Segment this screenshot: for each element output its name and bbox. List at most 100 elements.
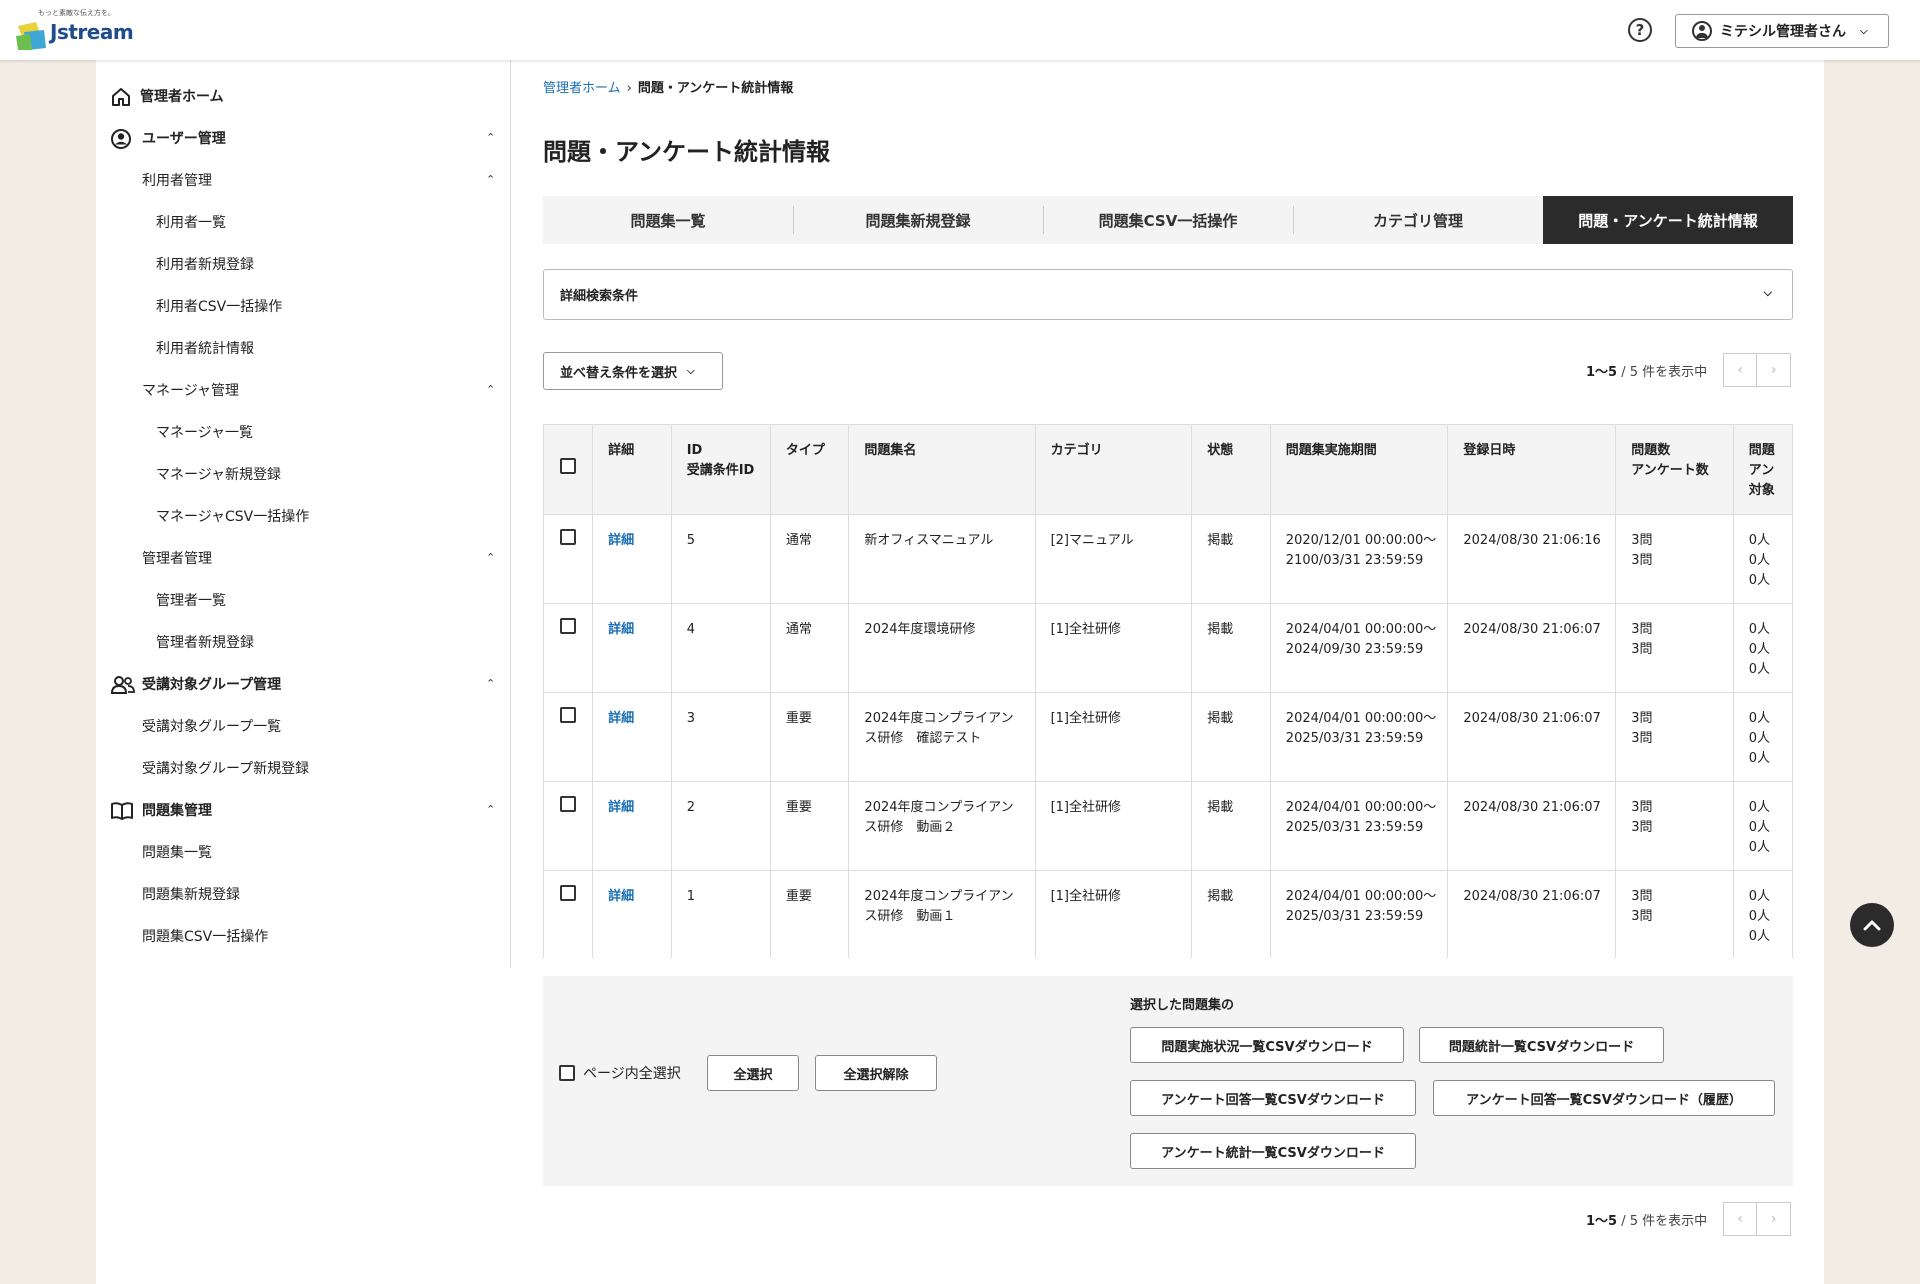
select-all-checkbox[interactable]	[560, 458, 577, 474]
next-page-button[interactable]: ›	[1757, 353, 1792, 387]
page-select-all-label: ページ内全選択	[583, 1066, 681, 1082]
user-circle-icon	[111, 129, 131, 149]
tab-statistics[interactable]: 問題・アンケート統計情報	[1543, 196, 1793, 244]
result-count: 1〜5 / 5 件を表示中	[1586, 361, 1707, 380]
tab-quiz-new[interactable]: 問題集新規登録	[793, 196, 1043, 244]
quiz-table-scroll[interactable]: 詳細 ID 受講条件ID タイプ 問題集名 カテゴリ 状態 問題集実施期間 登録…	[543, 424, 1793, 958]
result-range: 1〜5	[1586, 1213, 1618, 1229]
row-registered: 2024/08/30 21:06:07	[1447, 692, 1617, 782]
header-period: 問題集実施期間	[1269, 424, 1449, 515]
row-period: 2024/04/01 00:00:00〜 2025/03/31 23:59:59	[1269, 692, 1449, 782]
row-checkbox[interactable]	[560, 707, 577, 723]
chevron-up-icon[interactable]: ⌃	[486, 803, 495, 816]
breadcrumb-home-link[interactable]: 管理者ホーム	[543, 81, 621, 96]
row-checkbox[interactable]	[560, 796, 577, 812]
sidebar-item-manager-new[interactable]: マネージャ新規登録	[156, 465, 281, 485]
tab-quiz-list[interactable]: 問題集一覧	[543, 196, 793, 244]
sidebar-item-user-mgmt[interactable]: ユーザー管理	[142, 129, 226, 149]
tab-bar: 問題集一覧 問題集新規登録 問題集CSV一括操作 カテゴリ管理 問題・アンケート…	[543, 196, 1793, 244]
sidebar-item-user-csv[interactable]: 利用者CSV一括操作	[156, 297, 282, 317]
prev-page-button[interactable]: ‹	[1723, 1202, 1758, 1236]
page-select-all[interactable]: ページ内全選択	[559, 1063, 681, 1083]
logo-wordmark: Jstream	[50, 20, 134, 44]
header-detail: 詳細	[592, 424, 672, 515]
row-counts: 3問 3問	[1615, 781, 1734, 871]
sidebar-item-quiz-mgmt[interactable]: 問題集管理	[142, 801, 212, 821]
breadcrumb: 管理者ホーム › 問題・アンケート統計情報	[543, 77, 793, 96]
row-detail-link[interactable]: 詳細	[608, 622, 634, 637]
row-checkbox[interactable]	[560, 885, 577, 901]
sidebar-item-manager-csv[interactable]: マネージャCSV一括操作	[156, 507, 309, 527]
sidebar-item-quiz-list[interactable]: 問題集一覧	[142, 843, 212, 863]
sort-select-button[interactable]: 並べ替え条件を選択 ⌵	[543, 352, 723, 390]
row-detail-link[interactable]: 詳細	[608, 889, 634, 904]
row-status: 掲載	[1191, 692, 1271, 782]
csv-progress-download-button[interactable]: 問題実施状況一覧CSVダウンロード	[1130, 1027, 1404, 1063]
select-all-button[interactable]: 全選択	[707, 1055, 799, 1091]
user-name: ミテシル管理者さん	[1720, 24, 1846, 40]
row-detail-link[interactable]: 詳細	[608, 533, 634, 548]
sidebar-item-manager-list[interactable]: マネージャ一覧	[156, 423, 253, 443]
row-counts: 3問 3問	[1615, 514, 1734, 604]
sidebar-item-quiz-csv[interactable]: 問題集CSV一括操作	[142, 927, 268, 947]
sidebar-item-admin-list[interactable]: 管理者一覧	[156, 591, 226, 611]
sidebar-item-quiz-new[interactable]: 問題集新規登録	[142, 885, 240, 905]
csv-survey-stats-download-button[interactable]: アンケート統計一覧CSVダウンロード	[1130, 1133, 1416, 1169]
sidebar-item-user-admin[interactable]: 利用者管理	[142, 171, 212, 191]
row-name: 2024年度コンプライアン ス研修 動画２	[848, 781, 1036, 871]
row-detail-link[interactable]: 詳細	[608, 711, 634, 726]
table-row: 詳細 2 重要 2024年度コンプライアン ス研修 動画２ [1]全社研修 掲載…	[543, 781, 1793, 871]
row-checkbox-cell	[543, 603, 594, 693]
prev-page-button[interactable]: ‹	[1723, 353, 1758, 387]
breadcrumb-current: 問題・アンケート統計情報	[637, 81, 794, 96]
jstream-logo[interactable]: もっと素敵な伝え方を。 Jstream	[14, 6, 134, 52]
header-name[interactable]: 問題集名	[848, 424, 1036, 515]
header-id[interactable]: ID 受講条件ID	[670, 424, 771, 515]
sidebar-item-group-new[interactable]: 受講対象グループ新規登録	[142, 759, 309, 779]
sidebar-item-manager-mgmt[interactable]: マネージャ管理	[142, 381, 239, 401]
row-registered: 2024/08/30 21:06:07	[1447, 870, 1617, 958]
sidebar-item-admin-new[interactable]: 管理者新規登録	[156, 633, 254, 653]
tab-quiz-csv[interactable]: 問題集CSV一括操作	[1043, 196, 1293, 244]
csv-answers-history-download-button[interactable]: アンケート回答一覧CSVダウンロード（履歴）	[1433, 1080, 1775, 1116]
chevron-down-icon: ⌵	[1763, 286, 1772, 299]
row-checkbox[interactable]	[560, 618, 577, 634]
sidebar-item-user-new[interactable]: 利用者新規登録	[156, 255, 254, 275]
table-header-row: 詳細 ID 受講条件ID タイプ 問題集名 カテゴリ 状態 問題集実施期間 登録…	[543, 424, 1793, 515]
row-id: 4	[670, 603, 771, 693]
chevron-up-icon[interactable]: ⌃	[486, 551, 495, 564]
sidebar-item-group-list[interactable]: 受講対象グループ一覧	[142, 717, 281, 737]
chevron-up-icon[interactable]: ⌃	[486, 383, 495, 396]
row-detail-link[interactable]: 詳細	[608, 800, 634, 815]
chevron-up-icon[interactable]: ⌃	[486, 677, 495, 690]
row-period: 2024/04/01 00:00:00〜 2025/03/31 23:59:59	[1269, 781, 1449, 871]
csv-answers-download-button[interactable]: アンケート回答一覧CSVダウンロード	[1130, 1080, 1416, 1116]
row-targets: 0人 0人 0人	[1732, 603, 1793, 693]
sidebar-item-home[interactable]: 管理者ホーム	[140, 87, 224, 107]
next-page-button[interactable]: ›	[1757, 1202, 1792, 1236]
scroll-to-top-button[interactable]	[1850, 903, 1894, 947]
selected-actions-label: 選択した問題集の	[1130, 998, 1235, 1013]
advanced-search-label: 詳細検索条件	[560, 289, 639, 304]
sidebar-item-group-mgmt[interactable]: 受講対象グループ管理	[142, 675, 281, 695]
chevron-up-icon[interactable]: ⌃	[486, 173, 495, 186]
page-select-all-checkbox[interactable]	[559, 1065, 575, 1081]
row-targets: 0人 0人 0人	[1732, 781, 1793, 871]
top-bar: もっと素敵な伝え方を。 Jstream ? ミテシル管理者さん ⌵	[0, 0, 1920, 60]
row-checkbox[interactable]	[560, 529, 577, 545]
help-icon[interactable]: ?	[1628, 18, 1652, 42]
row-checkbox-cell	[543, 692, 594, 782]
csv-stats-download-button[interactable]: 問題統計一覧CSVダウンロード	[1419, 1027, 1664, 1063]
logo-mark-icon	[16, 22, 46, 50]
deselect-all-button[interactable]: 全選択解除	[815, 1055, 937, 1091]
user-menu-button[interactable]: ミテシル管理者さん ⌵	[1675, 14, 1889, 48]
tab-category[interactable]: カテゴリ管理	[1293, 196, 1543, 244]
row-type: 重要	[769, 870, 850, 958]
sidebar-item-user-stats[interactable]: 利用者統計情報	[156, 339, 254, 359]
advanced-search-toggle[interactable]: 詳細検索条件 ⌵	[543, 269, 1793, 320]
row-checkbox-cell	[543, 514, 594, 604]
header-targets: 問題 アン 対象	[1732, 424, 1793, 515]
sidebar-item-user-list[interactable]: 利用者一覧	[156, 213, 226, 233]
chevron-up-icon[interactable]: ⌃	[486, 131, 495, 144]
sidebar-item-admin-mgmt[interactable]: 管理者管理	[142, 549, 212, 569]
